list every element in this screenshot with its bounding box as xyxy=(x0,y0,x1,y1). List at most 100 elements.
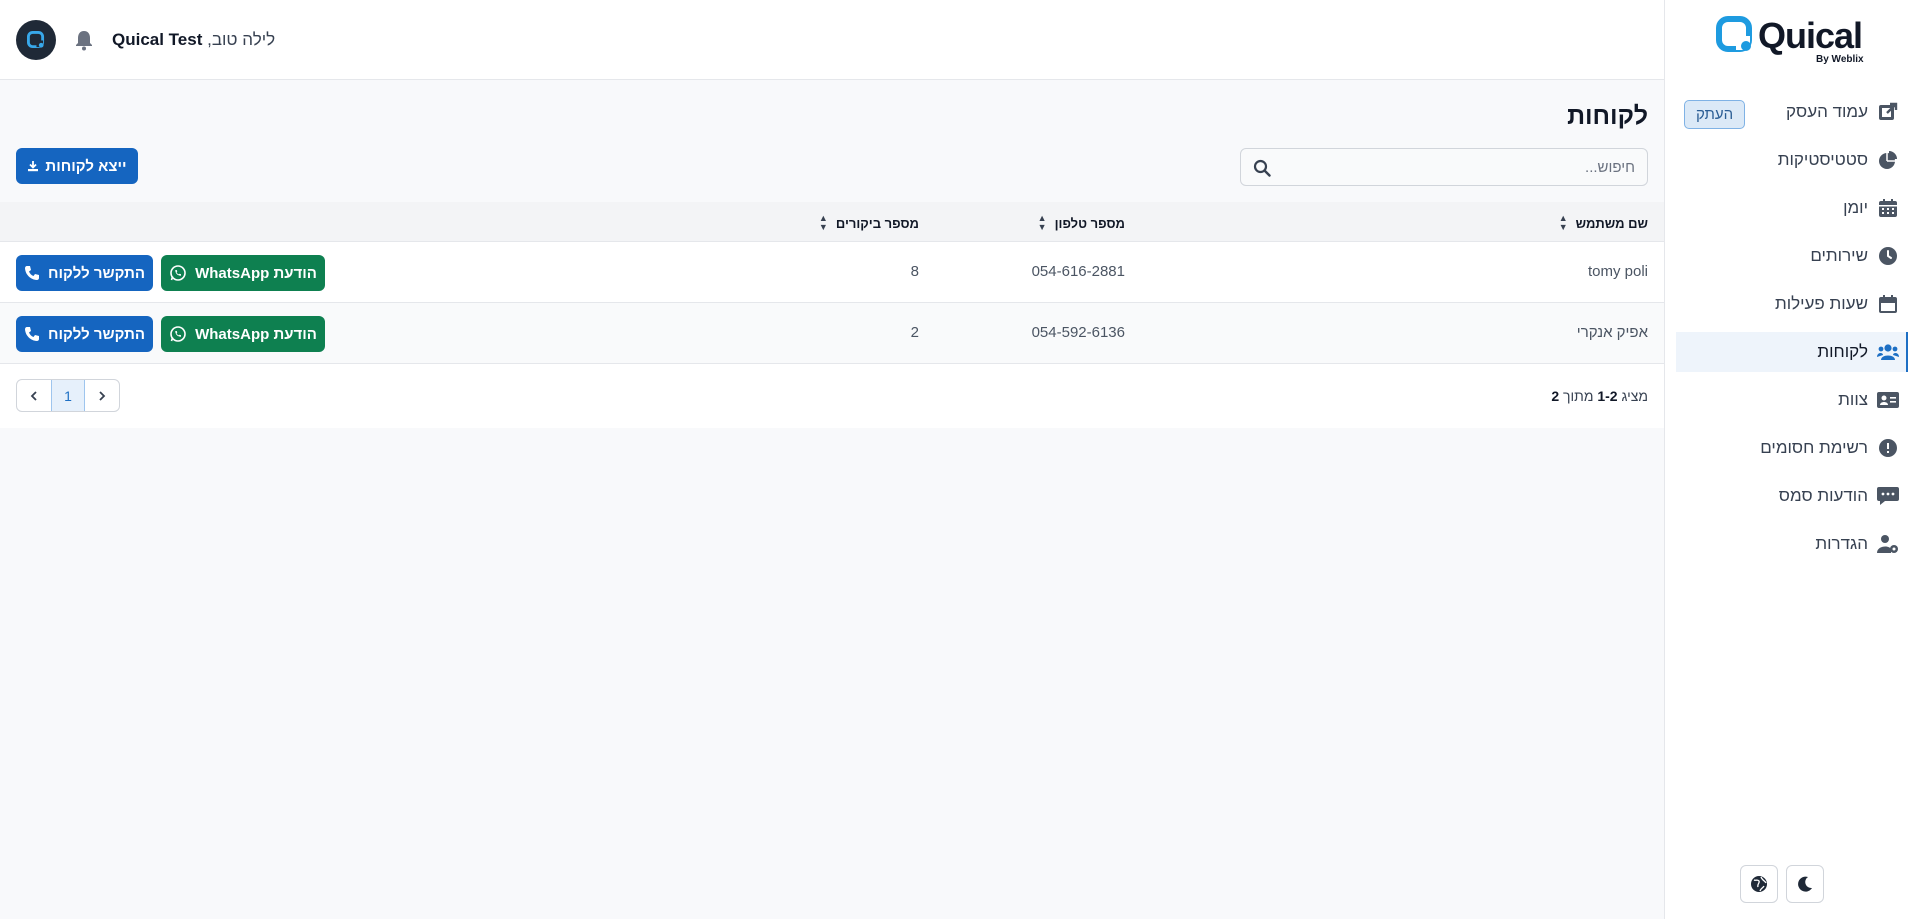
pagination-prefix: מציג xyxy=(1621,388,1648,404)
whatsapp-button[interactable]: הודעת WhatsApp xyxy=(161,316,325,352)
column-label: מספר טלפון xyxy=(1054,215,1125,231)
pagination-of: מתוך xyxy=(1563,388,1594,404)
sidebar-footer xyxy=(1740,865,1824,903)
whatsapp-label: הודעת WhatsApp xyxy=(195,264,317,282)
column-header-visits[interactable]: מספר ביקורים ▲ ▼ xyxy=(819,214,919,232)
customer-visits: 8 xyxy=(910,263,919,280)
column-header-phone[interactable]: מספר טלפון ▲ ▼ xyxy=(1038,214,1125,232)
customers-table: שם משתמש ▲ ▼ מספר טלפון ▲ ▼ מספר ביקורים ▲… xyxy=(0,202,1664,428)
whatsapp-icon xyxy=(170,265,186,281)
pagination-bar: מציג 1-2 מתוך 2 1 xyxy=(0,364,1664,428)
sidebar-item-customers[interactable]: לקוחות xyxy=(1676,332,1908,372)
users-icon xyxy=(1876,340,1900,364)
top-header: לילה טוב, Quical Test xyxy=(0,0,1664,80)
sort-icon: ▲ ▼ xyxy=(818,213,828,232)
export-customers-button[interactable]: ייצא לקוחות xyxy=(16,148,138,184)
sidebar-nav: עמוד העסק העתק סטטיסטיקות יומן שירותים ש… xyxy=(1676,92,1908,572)
theme-toggle-button[interactable] xyxy=(1786,865,1824,903)
call-label: התקשר ללקוח xyxy=(48,325,145,343)
sidebar-item-blocked[interactable]: רשימת חסומים xyxy=(1676,428,1908,468)
phone-icon xyxy=(25,266,39,280)
avatar-logo-icon xyxy=(27,31,45,49)
phone-icon xyxy=(25,327,39,341)
customer-name: tomy poli xyxy=(1587,263,1648,280)
sidebar-item-label: שעות פעילות xyxy=(1774,294,1868,313)
pie-chart-icon xyxy=(1876,148,1900,172)
customer-phone: 054-592-6136 xyxy=(1031,324,1125,341)
bell-icon xyxy=(76,31,92,51)
whatsapp-label: הודעת WhatsApp xyxy=(195,325,317,343)
next-page-button[interactable] xyxy=(85,380,119,411)
sidebar-item-label: הגדרות xyxy=(1815,534,1868,553)
download-icon xyxy=(28,161,39,172)
call-customer-button[interactable]: התקשר ללקוח xyxy=(16,255,153,291)
chevron-right-icon xyxy=(99,390,106,401)
sidebar-item-label: רשימת חסומים xyxy=(1760,438,1868,457)
message-icon xyxy=(1876,484,1900,508)
call-label: התקשר ללקוח xyxy=(48,264,145,282)
sidebar: Quical By Weblix עמוד העסק העתק סטטיסטיק… xyxy=(1664,0,1920,919)
call-customer-button[interactable]: התקשר ללקוח xyxy=(16,316,153,352)
sort-icon: ▲ ▼ xyxy=(1037,213,1047,232)
sidebar-item-business-page[interactable]: עמוד העסק העתק xyxy=(1676,92,1908,132)
calendar-days-icon xyxy=(1876,292,1900,316)
customer-phone: 054-616-2881 xyxy=(1031,263,1125,280)
pagination-info: מציג 1-2 מתוך 2 xyxy=(1551,388,1648,404)
column-label: מספר ביקורים xyxy=(835,215,919,231)
pagination-range: 1-2 xyxy=(1597,388,1618,404)
search-input[interactable] xyxy=(1241,149,1647,185)
globe-icon xyxy=(1751,876,1767,892)
sidebar-item-team[interactable]: צוות xyxy=(1676,380,1908,420)
export-label: ייצא לקוחות xyxy=(45,157,127,175)
sidebar-item-label: סטטיסטיקות xyxy=(1777,150,1868,169)
chevron-left-icon xyxy=(30,390,37,401)
sidebar-item-label: צוות xyxy=(1838,390,1868,409)
logo-icon xyxy=(1716,16,1752,52)
sidebar-item-label: עמוד העסק xyxy=(1786,102,1868,121)
clock-icon xyxy=(1876,244,1900,268)
whatsapp-button[interactable]: הודעת WhatsApp xyxy=(161,255,325,291)
copy-button[interactable]: העתק xyxy=(1684,100,1746,129)
page-title: לקוחות xyxy=(1567,102,1648,130)
page-number-button[interactable]: 1 xyxy=(51,380,85,411)
whatsapp-icon xyxy=(170,326,186,342)
avatar[interactable] xyxy=(16,20,56,60)
external-link-icon xyxy=(1876,100,1900,124)
sidebar-item-settings[interactable]: הגדרות xyxy=(1676,524,1908,564)
column-header-username[interactable]: שם משתמש ▲ ▼ xyxy=(1559,214,1648,232)
sidebar-item-label: לקוחות xyxy=(1817,342,1868,361)
search-box xyxy=(1240,148,1648,186)
column-label: שם משתמש xyxy=(1575,215,1648,231)
sidebar-item-calendar[interactable]: יומן xyxy=(1676,188,1908,228)
brand-sub: By Weblix xyxy=(1816,54,1864,65)
language-button[interactable] xyxy=(1740,865,1778,903)
sort-icon: ▲ ▼ xyxy=(1558,213,1568,232)
brand-name: Quical xyxy=(1758,15,1863,56)
table-row: אפיק אנקרי 054-592-6136 2 הודעת WhatsApp… xyxy=(0,303,1664,364)
pagination: 1 xyxy=(16,379,120,412)
alert-icon xyxy=(1876,436,1900,460)
sidebar-item-label: הודעות סמס xyxy=(1778,486,1868,505)
id-card-icon xyxy=(1876,388,1900,412)
table-row: tomy poli 054-616-2881 8 הודעת WhatsApp … xyxy=(0,242,1664,303)
prev-page-button[interactable] xyxy=(17,380,51,411)
moon-icon xyxy=(1798,876,1812,892)
greeting: לילה טוב, Quical Test xyxy=(112,30,275,50)
greeting-text: לילה טוב, xyxy=(207,30,276,49)
search-icon xyxy=(1253,159,1271,177)
user-gear-icon xyxy=(1876,532,1900,556)
sidebar-item-label: שירותים xyxy=(1810,246,1868,265)
sidebar-item-label: יומן xyxy=(1843,198,1868,217)
customer-name: אפיק אנקרי xyxy=(1576,324,1648,341)
pagination-total: 2 xyxy=(1551,388,1560,404)
notifications-button[interactable] xyxy=(72,28,96,52)
logo[interactable]: Quical By Weblix xyxy=(1716,14,1866,66)
sidebar-item-sms[interactable]: הודעות סמס xyxy=(1676,476,1908,516)
table-header: שם משתמש ▲ ▼ מספר טלפון ▲ ▼ מספר ביקורים ▲… xyxy=(0,202,1664,242)
sidebar-item-statistics[interactable]: סטטיסטיקות xyxy=(1676,140,1908,180)
calendar-icon xyxy=(1876,196,1900,220)
sidebar-item-services[interactable]: שירותים xyxy=(1676,236,1908,276)
sidebar-item-hours[interactable]: שעות פעילות xyxy=(1676,284,1908,324)
user-name: Quical Test xyxy=(112,30,203,49)
customer-visits: 2 xyxy=(910,324,919,341)
